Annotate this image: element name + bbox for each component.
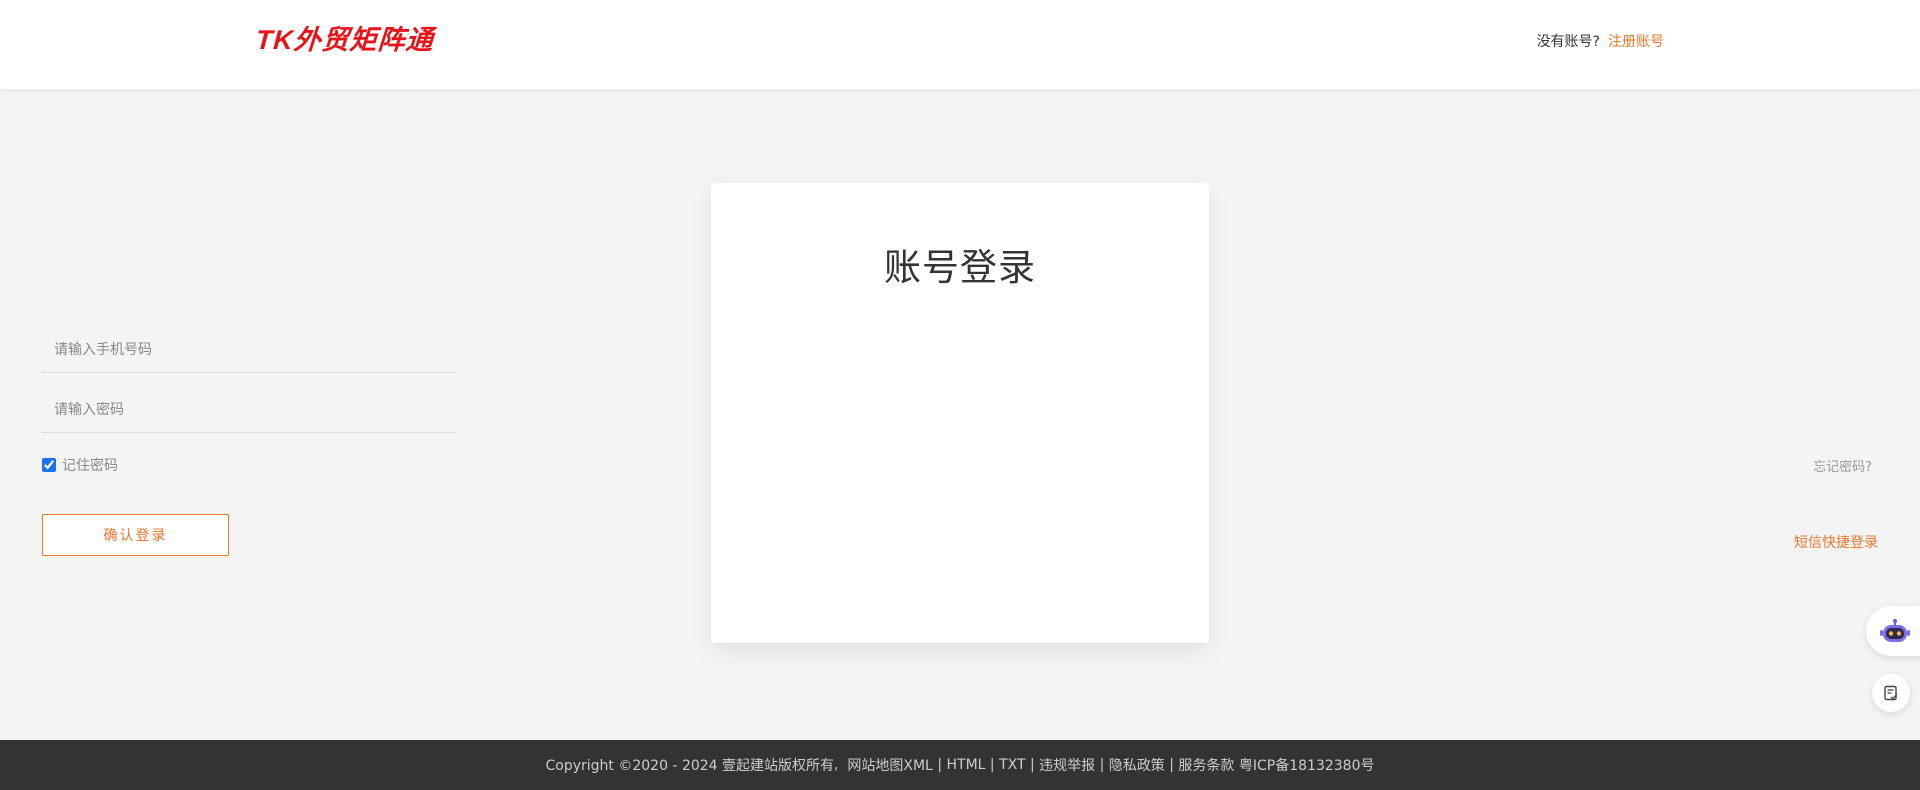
footer-link-report[interactable]: 违规举报 [1039, 755, 1095, 775]
footer-link-html[interactable]: HTML [947, 757, 986, 773]
remember-label: 记住密码 [62, 458, 118, 474]
remember-password[interactable]: 记住密码 [42, 455, 118, 475]
footer-icp[interactable]: 粤ICP备18132380号 [1239, 755, 1375, 775]
sms-login-link[interactable]: 短信快捷登录 [1794, 532, 1878, 552]
remember-checkbox[interactable] [42, 458, 56, 472]
footer-link-txt[interactable]: TXT [999, 757, 1025, 773]
site-logo[interactable]: TK外贸矩阵通 [255, 18, 436, 57]
robot-icon [1880, 619, 1910, 642]
feedback-button[interactable] [1872, 674, 1910, 712]
login-title: 账号登录 [884, 246, 1036, 289]
register-prompt: 没有账号? 注册账号 [1537, 31, 1664, 51]
footer-link-privacy[interactable]: 隐私政策 [1109, 755, 1165, 775]
password-input[interactable] [42, 388, 456, 433]
copyright-text: Copyright ©2020 - 2024 壹起建站版权所有 [545, 758, 835, 774]
register-link[interactable]: 注册账号 [1608, 34, 1664, 50]
footer-link-terms[interactable]: 服务条款 [1178, 755, 1234, 775]
site-footer: Copyright ©2020 - 2024 壹起建站版权所有, 网站地图XML… [0, 740, 1920, 790]
top-header: TK外贸矩阵通 没有账号? 注册账号 [0, 0, 1920, 89]
footer-link-sitemap-xml[interactable]: 网站地图XML [847, 755, 932, 775]
chat-assistant-button[interactable] [1866, 606, 1920, 656]
phone-input[interactable] [42, 328, 456, 373]
confirm-login-button[interactable]: 确认登录 [42, 514, 229, 556]
login-card: 账号登录 [711, 183, 1209, 643]
notepad-icon [1884, 685, 1898, 701]
forgot-password-link[interactable]: 忘记密码? [1813, 456, 1872, 475]
no-account-text: 没有账号? [1536, 34, 1600, 50]
